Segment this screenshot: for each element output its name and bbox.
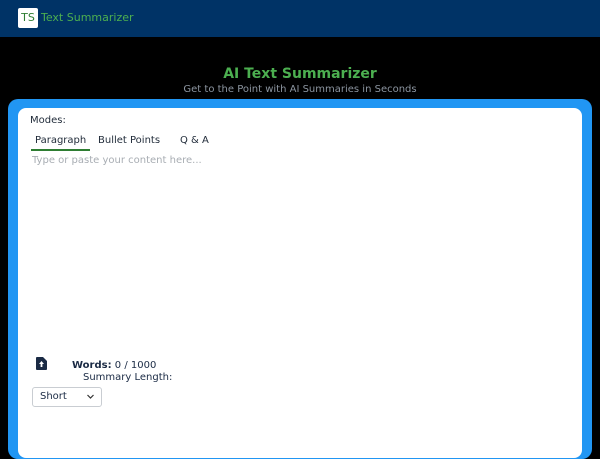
summary-length-label: Summary Length: bbox=[83, 372, 173, 383]
tab-bullet-points[interactable]: Bullet Points bbox=[98, 135, 160, 147]
chevron-down-icon bbox=[87, 394, 94, 399]
tab-paragraph[interactable]: Paragraph bbox=[30, 135, 91, 151]
top-navigation-bar: TS Text Summarizer bbox=[0, 0, 600, 37]
modes-label: Modes: bbox=[30, 115, 66, 126]
app-title-link[interactable]: Text Summarizer bbox=[41, 11, 134, 24]
summary-length-value: Short bbox=[40, 391, 67, 402]
summarizer-card: Modes: Paragraph Bullet Points Q & A Wor… bbox=[18, 108, 582, 458]
page-subtitle: Get to the Point with AI Summaries in Se… bbox=[183, 84, 417, 95]
words-label: Words: bbox=[72, 360, 112, 371]
file-upload-icon[interactable] bbox=[36, 357, 47, 370]
content-input[interactable] bbox=[32, 155, 562, 345]
page-title: AI Text Summarizer bbox=[223, 66, 377, 82]
tab-q-and-a[interactable]: Q & A bbox=[180, 135, 209, 147]
word-count: Words: 0 / 1000 bbox=[72, 360, 156, 372]
app-logo[interactable]: TS bbox=[18, 8, 38, 28]
words-count-value: 0 / 1000 bbox=[114, 360, 157, 371]
summary-length-select[interactable]: Short bbox=[32, 387, 102, 407]
